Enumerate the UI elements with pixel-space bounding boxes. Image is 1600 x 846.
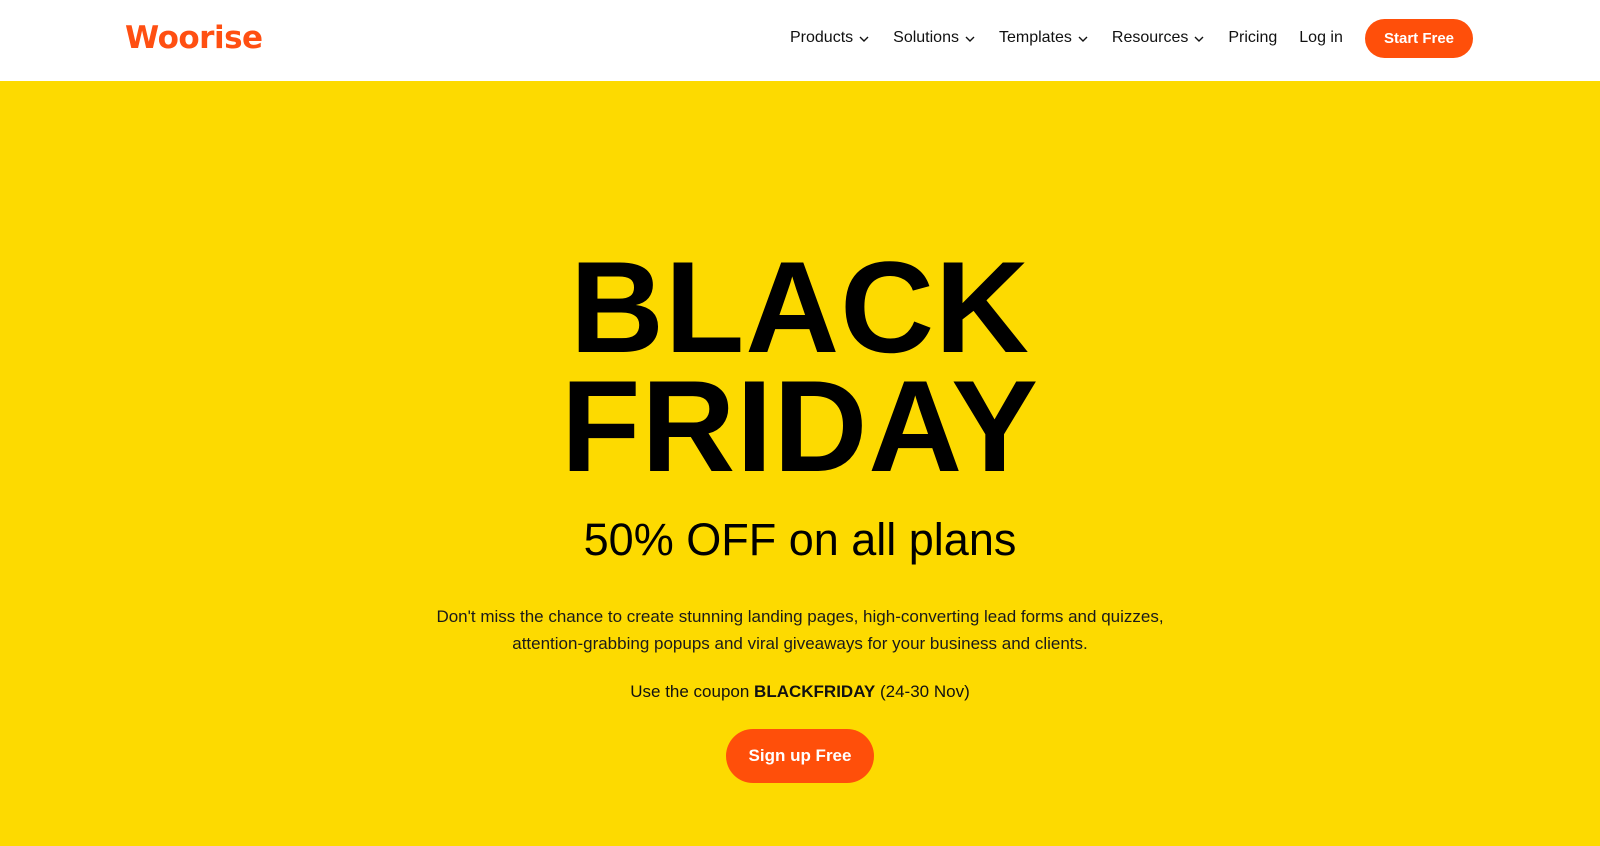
nav-item-products[interactable]: Products: [790, 18, 870, 58]
site-header: Woorise Products Solutions Templates Res…: [0, 0, 1600, 81]
chevron-down-icon: [1194, 36, 1204, 42]
login-link[interactable]: Log in: [1299, 18, 1343, 58]
hero-description: Don't miss the chance to create stunning…: [400, 603, 1200, 657]
nav-item-label: Resources: [1111, 29, 1189, 46]
sign-up-free-button[interactable]: Sign up Free: [726, 729, 874, 783]
coupon-code: BLACKFRIDAY: [754, 682, 876, 701]
chevron-down-icon: [1078, 36, 1088, 42]
coupon-text: Use the coupon BLACKFRIDAY (24-30 Nov): [0, 679, 1600, 705]
main-nav: Products Solutions Templates Resources P…: [790, 18, 1365, 58]
headline-line-1: BLACK: [570, 234, 1030, 380]
chevron-down-icon: [965, 36, 975, 42]
hero-section: BLACK FRIDAY 50% OFF on all plans Don't …: [0, 81, 1600, 846]
nav-item-solutions[interactable]: Solutions: [893, 18, 976, 58]
nav-item-label: Solutions: [893, 29, 959, 46]
discount-subheadline: 50% OFF on all plans: [583, 514, 1017, 565]
logo-wordmark: Woorise: [125, 20, 263, 56]
nav-item-pricing[interactable]: Pricing: [1228, 18, 1277, 58]
nav-item-templates[interactable]: Templates: [999, 18, 1089, 58]
nav-item-resources[interactable]: Resources: [1112, 18, 1205, 58]
start-free-button[interactable]: Start Free: [1365, 19, 1473, 58]
description-line-2: attention-grabbing popups and viral give…: [512, 634, 1088, 653]
chevron-down-icon: [859, 36, 869, 42]
woorise-logo[interactable]: Woorise: [125, 16, 263, 60]
nav-item-label: Products: [790, 29, 854, 46]
nav-item-label: Templates: [998, 29, 1072, 46]
coupon-prefix: Use the coupon: [630, 682, 755, 701]
coupon-dates: (24-30 Nov): [875, 682, 970, 701]
headline-line-2: FRIDAY: [561, 353, 1039, 499]
description-line-1: Don't miss the chance to create stunning…: [436, 607, 1164, 626]
